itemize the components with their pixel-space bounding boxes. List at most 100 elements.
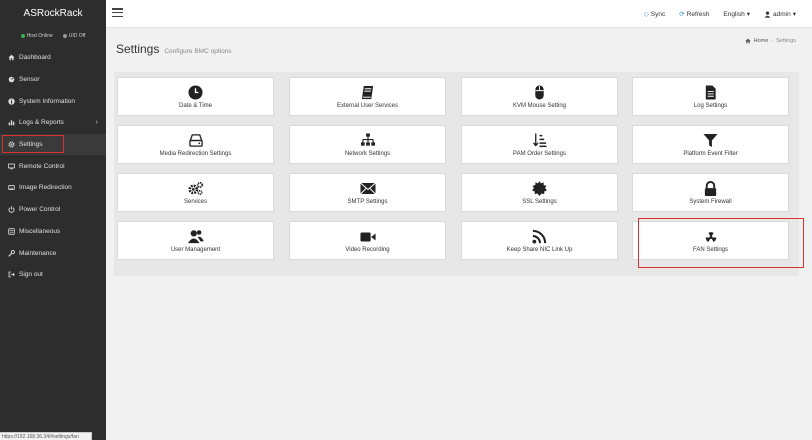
browser-status-url: https://192.168.36.34/#settings/fan — [0, 432, 92, 440]
uid-indicator-icon — [62, 34, 67, 38]
sidebar-item-label: Remote Control — [19, 162, 65, 170]
tile-kvm-mouse-setting[interactable]: KVM Mouse Setting — [461, 77, 618, 116]
lock-icon — [703, 180, 719, 197]
certificate-icon — [532, 181, 548, 197]
caret-down-icon: ▾ — [792, 11, 796, 18]
uid-status-label: UID Off — [68, 33, 86, 39]
sidebar-item-sensor[interactable]: Sensor — [0, 69, 106, 91]
disc-icon — [7, 184, 16, 191]
sidebar-item-miscellaneous[interactable]: Miscellaneous — [0, 221, 106, 243]
mouse-icon — [532, 85, 548, 101]
list-icon — [7, 228, 16, 235]
refresh-icon: ⟳ — [679, 11, 685, 18]
hamburger-line — [112, 8, 123, 10]
tile-label: System Firewall — [689, 198, 732, 205]
tile-label: PAM Order Settings — [513, 150, 566, 157]
tile-label: Date & Time — [178, 102, 212, 109]
tile-fan-settings[interactable]: FAN Settings — [632, 221, 789, 260]
sidebar-item-remote-control[interactable]: Remote Control — [0, 155, 106, 177]
tile-date-time[interactable]: Date & Time — [117, 77, 274, 116]
sidebar-item-image-redirection[interactable]: Image Redirection — [0, 177, 106, 199]
breadcrumb-home-icon — [744, 38, 751, 44]
tile-network-settings[interactable]: Network Settings — [289, 125, 446, 164]
language-label: English — [723, 10, 745, 18]
cogs-icon — [187, 181, 204, 197]
power-icon — [7, 206, 16, 213]
tile-log-settings[interactable]: Log Settings — [632, 77, 789, 116]
sidebar-item-sign-out[interactable]: Sign out — [0, 264, 106, 286]
user-dropdown[interactable]: admin ▾ — [764, 10, 796, 18]
tile-media-redirection-settings[interactable]: Media Redirection Settings — [117, 125, 274, 164]
monitor-icon — [7, 163, 16, 170]
sync-button[interactable]: ◇ Sync — [644, 10, 665, 19]
sidebar-item-maintenance[interactable]: Maintenance — [0, 242, 106, 264]
tile-label: Keep Share NIC Link Up — [506, 246, 573, 253]
page-header: Settings Configure BMC options — [116, 42, 232, 56]
tile-keep-share-nic-link-up[interactable]: Keep Share NIC Link Up — [461, 221, 618, 260]
user-label: admin — [773, 10, 791, 18]
brand-logo[interactable]: ASRockRack — [0, 0, 106, 28]
tile-video-recording[interactable]: Video Recording — [289, 221, 446, 260]
hamburger-line — [112, 11, 123, 14]
file-text-icon — [703, 85, 719, 101]
rss-icon — [532, 229, 548, 245]
tile-label: Video Recording — [345, 246, 390, 253]
info-icon — [7, 98, 16, 105]
bar-chart-icon — [7, 119, 16, 126]
host-online-indicator-icon — [20, 34, 25, 38]
tile-label: SMTP Settings — [347, 198, 388, 205]
tile-smtp-settings[interactable]: SMTP Settings — [289, 173, 446, 212]
host-status: Host Online — [20, 33, 53, 39]
tile-external-user-services[interactable]: External User Services — [289, 77, 446, 116]
tile-platform-event-filter[interactable]: Platform Event Filter — [632, 125, 789, 164]
sidebar-item-dashboard[interactable]: Dashboard — [0, 47, 106, 69]
status-row: Host Online UID Off — [0, 28, 106, 44]
sidebar-item-label: System Information — [19, 97, 75, 105]
uid-status[interactable]: UID Off — [62, 33, 86, 39]
tile-label: KVM Mouse Setting — [512, 102, 567, 109]
sidebar-item-label: Miscellaneous — [19, 227, 61, 235]
breadcrumb-home-link[interactable]: Home — [754, 38, 769, 44]
tile-label: Services — [183, 198, 207, 205]
tile-label: SSL Settings — [522, 198, 557, 205]
sign-out-icon — [7, 271, 16, 278]
book-icon — [360, 85, 376, 101]
language-dropdown[interactable]: English ▾ — [723, 10, 751, 19]
breadcrumb: Home › Settings — [744, 38, 796, 44]
caret-down-icon: ▾ — [746, 11, 751, 18]
sidebar-item-power-control[interactable]: Power Control — [0, 199, 106, 221]
page-subtitle: Configure BMC options — [164, 48, 232, 55]
sidebar-item-label: Sensor — [19, 76, 40, 84]
tile-pam-order-settings[interactable]: PAM Order Settings — [461, 125, 618, 164]
sidebar-item-label: Logs & Reports — [19, 119, 64, 127]
tile-system-firewall[interactable]: System Firewall — [632, 173, 789, 212]
tile-label: FAN Settings — [692, 246, 728, 253]
tile-ssl-settings[interactable]: SSL Settings — [461, 173, 618, 212]
sensor-icon — [7, 76, 16, 83]
tile-services[interactable]: Services — [117, 173, 274, 212]
breadcrumb-separator: › — [771, 38, 774, 44]
sidebar-item-system-information[interactable]: System Information — [0, 90, 106, 112]
tile-label: Network Settings — [344, 150, 391, 157]
tile-label: External User Services — [336, 102, 399, 109]
sidebar-item-label: Dashboard — [19, 54, 51, 62]
wrench-icon — [7, 249, 16, 257]
top-actions: ◇ Sync ⟳ Refresh English ▾ admin ▾ — [644, 0, 796, 28]
main-content: Settings Configure BMC options Home › Se… — [106, 28, 812, 440]
sidebar-item-label: Power Control — [19, 206, 61, 214]
sidebar-item-label: Sign out — [19, 271, 43, 279]
home-icon — [7, 54, 16, 61]
hamburger-line — [112, 15, 123, 17]
sidebar-item-settings[interactable]: Settings — [0, 133, 106, 156]
sidebar-nav: Dashboard Sensor System Information Logs… — [0, 47, 106, 286]
fan-icon — [703, 229, 719, 245]
video-camera-icon — [359, 229, 376, 245]
sitemap-icon — [360, 133, 376, 149]
tile-label: Platform Event Filter — [683, 150, 738, 157]
menu-toggle-icon[interactable] — [112, 8, 123, 17]
refresh-button[interactable]: ⟳ Refresh — [679, 10, 709, 19]
clock-icon — [188, 85, 204, 101]
tile-label: User Management — [170, 246, 221, 253]
sidebar-item-logs-reports[interactable]: Logs & Reports › — [0, 112, 106, 134]
tile-user-management[interactable]: User Management — [117, 221, 274, 260]
